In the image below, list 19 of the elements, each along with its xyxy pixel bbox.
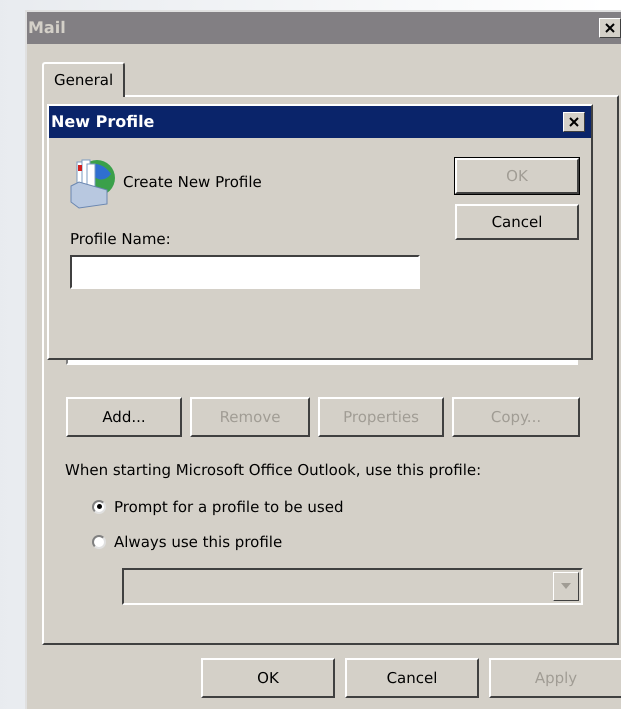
close-button[interactable] — [563, 112, 585, 132]
button[interactable]: Cancel — [345, 658, 479, 698]
button[interactable]: Add... — [66, 397, 182, 437]
radio-option[interactable]: Prompt for a profile to be used — [92, 496, 344, 518]
startup-label: When starting Microsoft Office Outlook, use this profile: — [65, 460, 482, 481]
button[interactable]: OK — [201, 658, 335, 698]
close-icon — [569, 117, 579, 127]
window-title: Mail — [28, 17, 66, 39]
radio-button[interactable] — [92, 500, 106, 514]
profile-name-field[interactable] — [70, 254, 420, 288]
close-icon — [605, 23, 615, 33]
button[interactable]: Cancel — [455, 204, 579, 240]
close-button[interactable] — [599, 18, 621, 38]
radio-option[interactable]: Always use this profile — [92, 531, 282, 554]
dialog-title: New Profile — [51, 111, 154, 133]
radio-button[interactable] — [92, 535, 106, 550]
field-label: Profile Name: — [70, 229, 172, 250]
tab[interactable]: General — [42, 62, 126, 97]
dialog-heading: Create New Profile — [123, 172, 262, 193]
